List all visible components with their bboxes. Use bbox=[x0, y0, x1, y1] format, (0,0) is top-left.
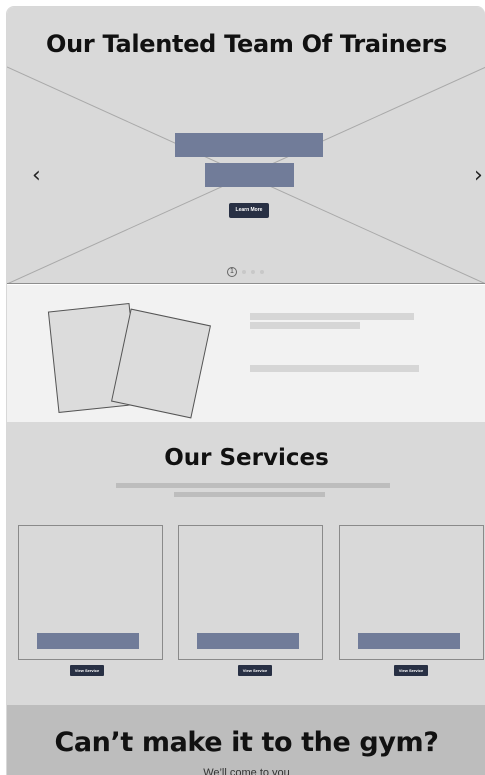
cta-subtitle: We’ll come to you bbox=[203, 767, 290, 775]
text-placeholder bbox=[250, 313, 414, 320]
chevron-right-icon[interactable]: › bbox=[474, 165, 483, 187]
view-service-button[interactable]: View Service bbox=[70, 665, 104, 676]
carousel-dot-active[interactable]: 1 bbox=[227, 267, 237, 277]
cta-title: Can’t make it to the gym? bbox=[54, 727, 439, 758]
hero-title: Our Talented Team Of Trainers bbox=[45, 30, 448, 58]
hero-headline-placeholder bbox=[175, 133, 323, 157]
page-frame: Our Talented Team Of Trainers Learn More… bbox=[6, 6, 485, 775]
service-card bbox=[339, 525, 484, 660]
about-section bbox=[7, 285, 485, 422]
carousel-dot[interactable] bbox=[260, 270, 264, 274]
text-placeholder bbox=[250, 322, 360, 329]
services-title: Our Services bbox=[164, 445, 329, 471]
gym-cta-section: Can’t make it to the gym? We’ll come to … bbox=[7, 705, 485, 775]
service-card-title-placeholder bbox=[197, 633, 299, 649]
services-description-placeholder bbox=[116, 483, 390, 488]
carousel-pagination: 1 bbox=[227, 267, 264, 277]
service-card-title-placeholder bbox=[37, 633, 139, 649]
learn-more-button[interactable]: Learn More bbox=[229, 203, 269, 218]
service-card bbox=[18, 525, 163, 660]
carousel-dot[interactable] bbox=[251, 270, 255, 274]
view-service-button[interactable]: View Service bbox=[394, 665, 428, 676]
hero-carousel: Our Talented Team Of Trainers Learn More… bbox=[7, 7, 485, 284]
text-placeholder bbox=[250, 365, 419, 372]
services-section: Our Services View Service View Service V… bbox=[7, 422, 485, 707]
service-card bbox=[178, 525, 323, 660]
services-description-placeholder bbox=[174, 492, 325, 497]
hero-subheadline-placeholder bbox=[205, 163, 294, 187]
view-service-button[interactable]: View Service bbox=[238, 665, 272, 676]
carousel-dot[interactable] bbox=[242, 270, 246, 274]
chevron-left-icon[interactable]: ‹ bbox=[32, 165, 41, 187]
service-card-title-placeholder bbox=[358, 633, 460, 649]
